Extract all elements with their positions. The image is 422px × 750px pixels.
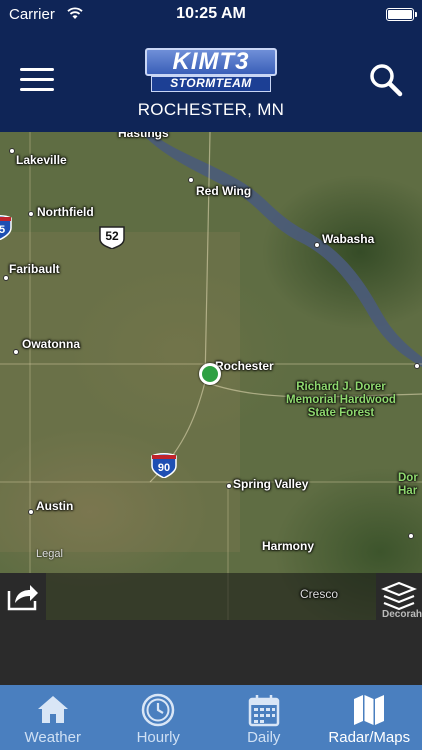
map-label-harmony: Harmony (262, 539, 315, 553)
tab-hourly[interactable]: Hourly (106, 685, 212, 750)
map-label-state-forest: Richard J. Dorer Memorial Hardwood State… (286, 381, 396, 419)
city-dot (314, 242, 320, 248)
tab-label: Daily (247, 729, 281, 746)
share-icon (7, 585, 38, 611)
map-label-rochester: Rochester (215, 359, 274, 373)
city-dot (9, 148, 15, 154)
home-icon (37, 696, 68, 723)
map-label-spring-valley: Spring Valley (233, 477, 309, 491)
search-button[interactable] (368, 62, 404, 98)
layers-button[interactable]: Decorah (376, 573, 422, 620)
hamburger-line (20, 88, 54, 91)
search-icon (370, 64, 403, 97)
us-52-label: 52 (105, 229, 119, 243)
map-label-faribault: Faribault (9, 262, 60, 276)
logo-kimt: KIMT3 (145, 48, 277, 76)
map-label-wabasha: Wabasha (322, 232, 375, 246)
logo-stormteam: STORMTEAM (151, 76, 271, 92)
hamburger-line (20, 68, 54, 71)
city-dot (414, 363, 420, 369)
ad-banner-area (0, 620, 422, 685)
city-dot (226, 483, 232, 489)
i-90-shield: 90 (151, 453, 177, 478)
station-logo: KIMT3 STORMTEAM (145, 48, 277, 94)
city-dot (28, 509, 34, 515)
location-pin[interactable] (199, 363, 221, 385)
map-label-red-wing: Red Wing (196, 184, 252, 198)
map-label-decorah: Decorah (382, 609, 422, 620)
map-label-dorer-edge: Dor Har (398, 472, 418, 497)
map-legal-link[interactable]: Legal (36, 548, 63, 560)
city-dot (28, 211, 34, 217)
tab-label: Weather (24, 729, 81, 746)
city-dot (188, 177, 194, 183)
status-bar: Carrier 10:25 AM (0, 0, 422, 28)
radar-map[interactable]: Hastings Lakeville Red Wing Northfield W… (0, 132, 422, 620)
map-label-owatonna: Owatonna (22, 337, 81, 351)
city-dot (408, 533, 414, 539)
hamburger-line (20, 78, 54, 81)
i-90-label: 90 (158, 462, 170, 474)
tab-radar-maps[interactable]: Radar/Maps (317, 685, 422, 750)
clock-icon (142, 693, 175, 727)
city-dot (13, 349, 19, 355)
map-toolbar: Cresco Decorah (0, 573, 422, 620)
share-button[interactable] (0, 573, 46, 620)
menu-button[interactable] (20, 68, 54, 94)
battery-icon (386, 8, 417, 21)
i-35-label: 35 (0, 224, 5, 236)
calendar-icon (248, 695, 279, 727)
map-icon (354, 695, 385, 725)
location-label: ROCHESTER, MN (137, 100, 285, 119)
app-header: KIMT3 STORMTEAM ROCHESTER, MN (0, 28, 422, 132)
map-label-northfield: Northfield (37, 205, 94, 219)
tab-label: Hourly (136, 729, 180, 746)
tab-label: Radar/Maps (328, 729, 411, 746)
clock: 10:25 AM (176, 5, 246, 22)
tab-weather[interactable]: Weather (0, 685, 106, 750)
i-35-shield: 35 (0, 215, 12, 240)
tab-daily[interactable]: Daily (211, 685, 317, 750)
map-label-cresco: Cresco (300, 587, 339, 601)
us-52-shield: 52 (99, 226, 125, 249)
map-label-lakeville: Lakeville (16, 153, 67, 167)
tab-bar: Weather Hourly Daily Radar/Maps (0, 685, 422, 750)
map-label-austin: Austin (36, 499, 74, 513)
map-label-hastings: Hastings (118, 132, 169, 140)
